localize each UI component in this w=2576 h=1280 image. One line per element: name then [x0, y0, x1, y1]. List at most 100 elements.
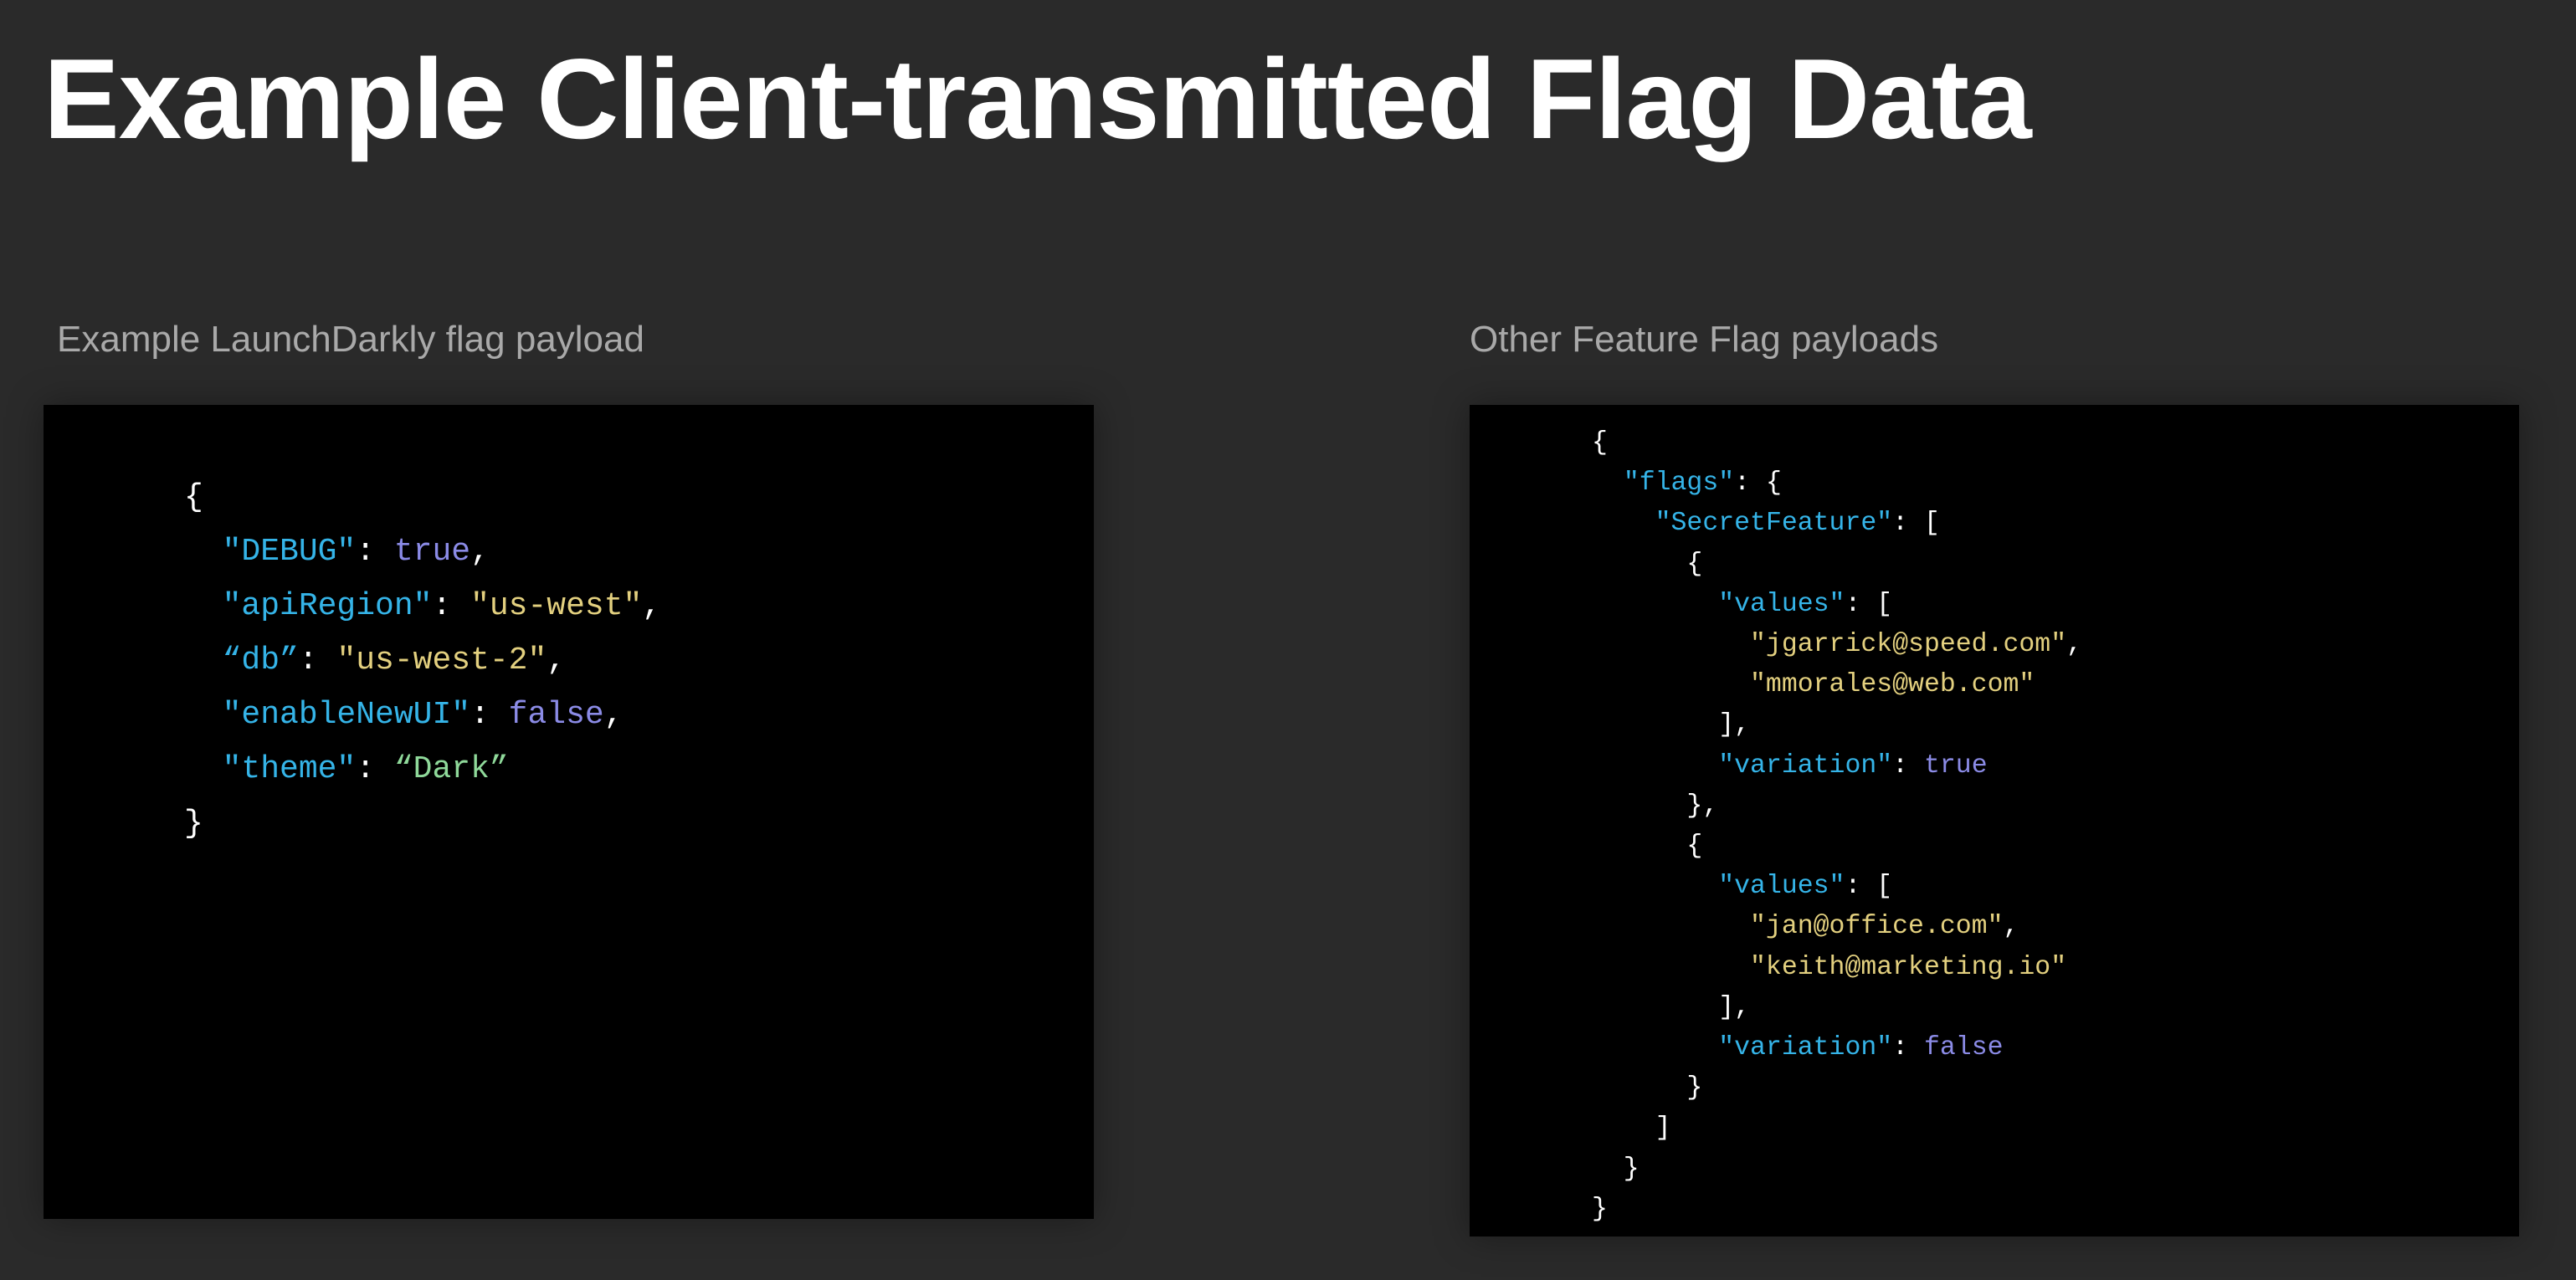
- code-token: :: [298, 643, 337, 678]
- code-token: ],: [1592, 710, 1751, 740]
- code-line: "values": [: [1592, 585, 2082, 625]
- other-flag-payloads-code: { "flags": { "SecretFeature": [ { "value…: [1592, 423, 2082, 1230]
- code-token: {: [1592, 549, 1703, 579]
- code-token: "mmorales@web.com": [1750, 670, 2035, 700]
- code-token: "values": [1718, 872, 1845, 902]
- code-token: "values": [1718, 589, 1845, 619]
- code-line: }: [1592, 1190, 2082, 1230]
- code-token: "variation": [1718, 1033, 1893, 1063]
- code-token: }: [1592, 1154, 1640, 1184]
- code-token: "theme": [222, 751, 357, 787]
- code-token: }: [1592, 1194, 1608, 1224]
- code-line: "jgarrick@speed.com",: [1592, 625, 2082, 665]
- launchdarkly-payload-code: { "DEBUG": true, "apiRegion": "us-west",…: [184, 470, 661, 851]
- code-token: }: [1592, 1073, 1703, 1103]
- code-token: true: [393, 534, 471, 570]
- code-token: ]: [1592, 1114, 1671, 1144]
- code-token: : [: [1892, 509, 1940, 539]
- code-line: "SecretFeature": [: [1592, 504, 2082, 544]
- code-token: },: [1592, 791, 1719, 821]
- code-token: "variation": [1718, 750, 1893, 781]
- code-line: "apiRegion": "us-west",: [184, 579, 662, 633]
- code-line: "variation": false: [1592, 1028, 2082, 1068]
- code-line: }: [1592, 1068, 2082, 1108]
- code-token: :: [1892, 1033, 1924, 1063]
- code-token: “Dark”: [393, 751, 509, 787]
- code-token: false: [1923, 1033, 2004, 1063]
- code-line: {: [1592, 545, 2082, 585]
- left-panel-caption: Example LaunchDarkly flag payload: [57, 319, 644, 360]
- code-line: "variation": true: [1592, 746, 2082, 786]
- code-token: "us-west-2": [336, 643, 547, 678]
- code-line: }: [1592, 1149, 2082, 1190]
- code-token: "enableNewUI": [222, 697, 471, 733]
- code-line: “db”: "us-west-2",: [184, 633, 661, 688]
- code-token: ],: [1592, 992, 1751, 1022]
- code-token: ,: [2066, 630, 2082, 660]
- code-token: "apiRegion": [222, 588, 433, 624]
- code-line: "enableNewUI": false,: [184, 688, 661, 742]
- code-token: :: [356, 534, 394, 570]
- code-token: :: [432, 588, 471, 624]
- code-token: ,: [642, 588, 662, 624]
- code-token: false: [508, 697, 604, 733]
- code-token: ,: [603, 697, 623, 733]
- code-token: :: [470, 697, 509, 733]
- code-token: {: [184, 479, 203, 515]
- code-token: }: [184, 806, 203, 842]
- code-token: "DEBUG": [222, 534, 357, 570]
- code-token: : [: [1845, 589, 1893, 619]
- code-token: "SecretFeature": [1655, 509, 1893, 539]
- code-token: ,: [547, 643, 567, 678]
- page-title: Example Client-transmitted Flag Data: [44, 35, 2032, 162]
- code-line: "mmorales@web.com": [1592, 665, 2082, 705]
- code-token: {: [1592, 832, 1703, 862]
- code-line: "flags": {: [1592, 463, 2082, 504]
- code-token: :: [356, 751, 394, 787]
- code-token: ,: [2003, 912, 2019, 942]
- code-token: "us-west": [470, 588, 643, 624]
- launchdarkly-payload-panel: { "DEBUG": true, "apiRegion": "us-west",…: [44, 405, 1094, 1219]
- code-line: ],: [1592, 705, 2082, 745]
- code-token: "keith@marketing.io": [1750, 952, 2067, 982]
- code-line: {: [1592, 423, 2082, 463]
- code-line: "theme": “Dark”: [184, 742, 661, 796]
- code-line: "DEBUG": true,: [184, 525, 661, 579]
- code-token: : [: [1845, 872, 1893, 902]
- code-token: ,: [470, 534, 490, 570]
- code-line: ]: [1592, 1108, 2082, 1149]
- code-token: "flags": [1623, 468, 1735, 499]
- other-flag-payloads-panel: { "flags": { "SecretFeature": [ { "value…: [1470, 405, 2519, 1236]
- code-line: ],: [1592, 988, 2082, 1028]
- code-line: {: [1592, 827, 2082, 867]
- right-panel-caption: Other Feature Flag payloads: [1470, 319, 1939, 360]
- code-token: : {: [1734, 468, 1782, 499]
- code-token: “db”: [222, 643, 299, 678]
- code-line: "jan@office.com",: [1592, 907, 2082, 947]
- code-line: },: [1592, 786, 2082, 827]
- code-line: "values": [: [1592, 867, 2082, 907]
- code-token: "jgarrick@speed.com": [1750, 630, 2067, 660]
- code-line: "keith@marketing.io": [1592, 948, 2082, 988]
- code-line: {: [184, 470, 661, 525]
- code-token: :: [1892, 750, 1924, 781]
- code-token: true: [1923, 750, 1988, 781]
- code-token: {: [1592, 428, 1608, 458]
- code-line: }: [184, 796, 661, 851]
- code-token: "jan@office.com": [1750, 912, 2004, 942]
